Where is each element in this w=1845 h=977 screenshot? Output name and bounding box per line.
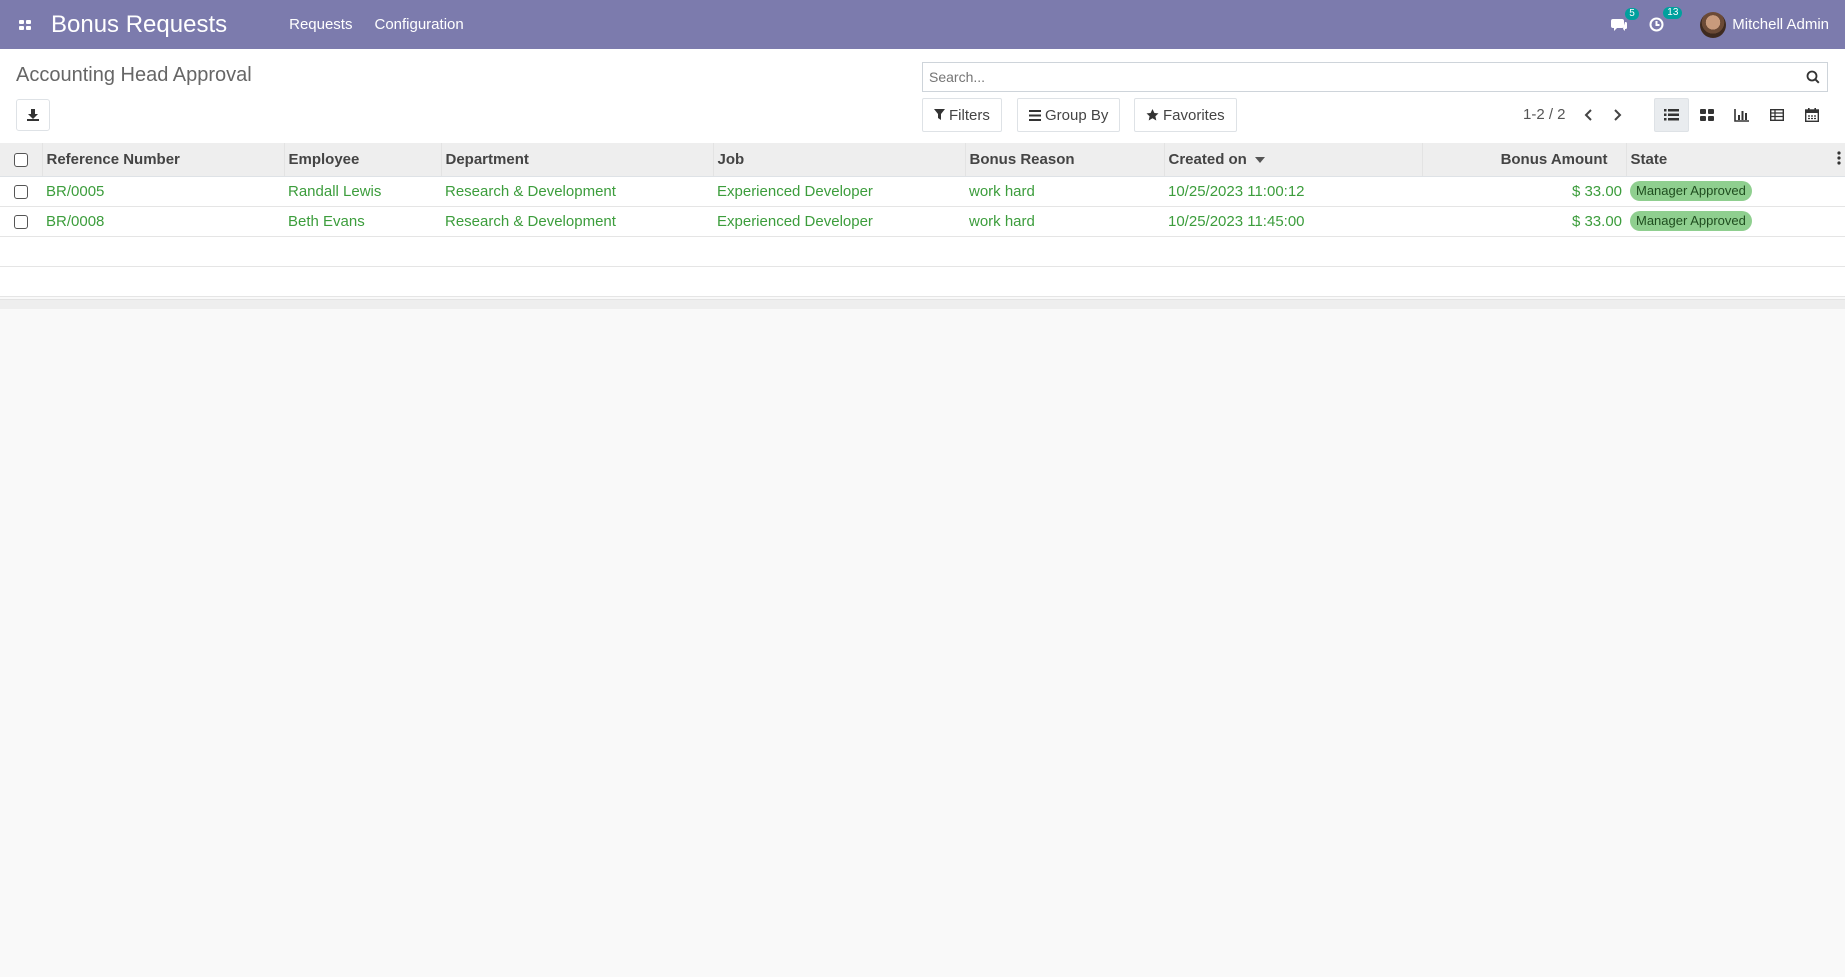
pager-next-button[interactable] [1607, 104, 1629, 126]
search-input[interactable] [923, 64, 1799, 90]
column-header-bonus-reason[interactable]: Bonus Reason [965, 143, 1165, 177]
column-header-job[interactable]: Job [713, 143, 966, 177]
activities-button[interactable]: 13 [1649, 7, 1683, 32]
pager-value[interactable]: 1-2 / 2 [1523, 106, 1566, 123]
favorites-button[interactable]: Favorites [1134, 98, 1237, 132]
cell-bonus-reason: work hard [965, 206, 1164, 237]
cell-reference: BR/0008 [42, 206, 284, 237]
messages-count-badge: 5 [1625, 7, 1639, 20]
pivot-view-icon [1769, 109, 1784, 121]
select-all-cell [0, 143, 43, 177]
chevron-right-icon [1614, 109, 1622, 121]
group-by-label: Group By [1045, 106, 1109, 124]
chevron-left-icon [1584, 109, 1592, 121]
bars-icon [1029, 109, 1041, 121]
status-badge: Manager Approved [1630, 181, 1752, 201]
vertical-ellipsis-icon [1837, 151, 1841, 165]
chat-icon [1611, 18, 1628, 31]
search-icon[interactable] [1799, 70, 1827, 84]
search-box [922, 62, 1828, 92]
clock-icon [1649, 17, 1664, 32]
pager-previous-button[interactable] [1577, 104, 1599, 126]
group-by-button[interactable]: Group By [1017, 98, 1121, 132]
apps-menu-icon[interactable] [0, 0, 50, 49]
messages-button[interactable]: 5 [1611, 7, 1639, 32]
cell-bonus-amount: $ 33.00 [1422, 206, 1626, 237]
kanban-view-button[interactable] [1689, 98, 1724, 132]
records-table: Reference Number Employee Department Job… [0, 143, 1845, 297]
page-title: Accounting Head Approval [16, 64, 252, 86]
pivot-view-button[interactable] [1759, 98, 1794, 132]
menu-item-configuration[interactable]: Configuration [374, 16, 463, 33]
cell-job: Experienced Developer [713, 176, 965, 207]
column-header-employee[interactable]: Employee [284, 143, 442, 177]
filters-label: Filters [949, 106, 990, 124]
column-header-reference[interactable]: Reference Number [42, 143, 285, 177]
table-row[interactable]: BR/0008 Beth Evans Research & Developmen… [0, 206, 1845, 237]
column-header-created-on[interactable]: Created on [1164, 143, 1423, 177]
user-menu[interactable]: Mitchell Admin [1700, 11, 1829, 38]
column-header-bonus-amount[interactable]: Bonus Amount [1422, 143, 1627, 177]
calendar-view-icon [1804, 108, 1819, 122]
calendar-view-button[interactable] [1794, 98, 1829, 132]
graph-view-icon [1734, 108, 1749, 122]
row-checkbox[interactable] [14, 184, 28, 199]
export-button[interactable] [16, 99, 50, 131]
list-view-button[interactable] [1654, 98, 1689, 132]
menu-item-requests[interactable]: Requests [289, 16, 352, 33]
row-checkbox[interactable] [14, 214, 28, 229]
cell-employee: Beth Evans [284, 206, 441, 237]
empty-row [0, 236, 1845, 267]
select-all-checkbox[interactable] [13, 152, 28, 167]
view-switcher [1654, 98, 1829, 132]
cell-bonus-reason: work hard [965, 176, 1164, 207]
cell-bonus-amount: $ 33.00 [1422, 176, 1626, 207]
created-on-label: Created on [1168, 150, 1247, 168]
activities-count-badge: 13 [1663, 7, 1683, 19]
cell-job: Experienced Developer [713, 206, 965, 237]
optional-columns-toggle[interactable] [1837, 151, 1841, 170]
status-badge: Manager Approved [1630, 211, 1752, 231]
empty-row [0, 266, 1845, 297]
column-header-state[interactable]: State [1626, 143, 1845, 177]
avatar [1700, 11, 1727, 38]
top-navbar: Bonus Requests Requests Configuration 5 … [0, 0, 1845, 49]
app-title[interactable]: Bonus Requests [51, 11, 227, 39]
table-row[interactable]: BR/0005 Randall Lewis Research & Develop… [0, 176, 1845, 207]
kanban-view-icon [1699, 109, 1714, 121]
sort-descending-icon [1254, 156, 1265, 163]
star-icon [1146, 109, 1159, 121]
filter-icon [934, 109, 945, 120]
table-footer [0, 299, 1845, 309]
cell-department: Research & Development [441, 206, 713, 237]
column-header-department[interactable]: Department [441, 143, 714, 177]
download-icon [27, 109, 39, 121]
graph-view-button[interactable] [1724, 98, 1759, 132]
cell-created-on: 10/25/2023 11:00:12 [1164, 176, 1422, 207]
cell-reference: BR/0005 [42, 176, 284, 207]
cell-department: Research & Development [441, 176, 713, 207]
control-panel: Accounting Head Approval Filters Group B… [0, 49, 1845, 144]
favorites-label: Favorites [1163, 106, 1225, 124]
cell-employee: Randall Lewis [284, 176, 441, 207]
cell-created-on: 10/25/2023 11:45:00 [1164, 206, 1422, 237]
list-view-icon [1664, 109, 1679, 121]
filters-button[interactable]: Filters [922, 98, 1002, 132]
user-name: Mitchell Admin [1732, 16, 1829, 33]
table-header-row: Reference Number Employee Department Job… [0, 143, 1845, 177]
